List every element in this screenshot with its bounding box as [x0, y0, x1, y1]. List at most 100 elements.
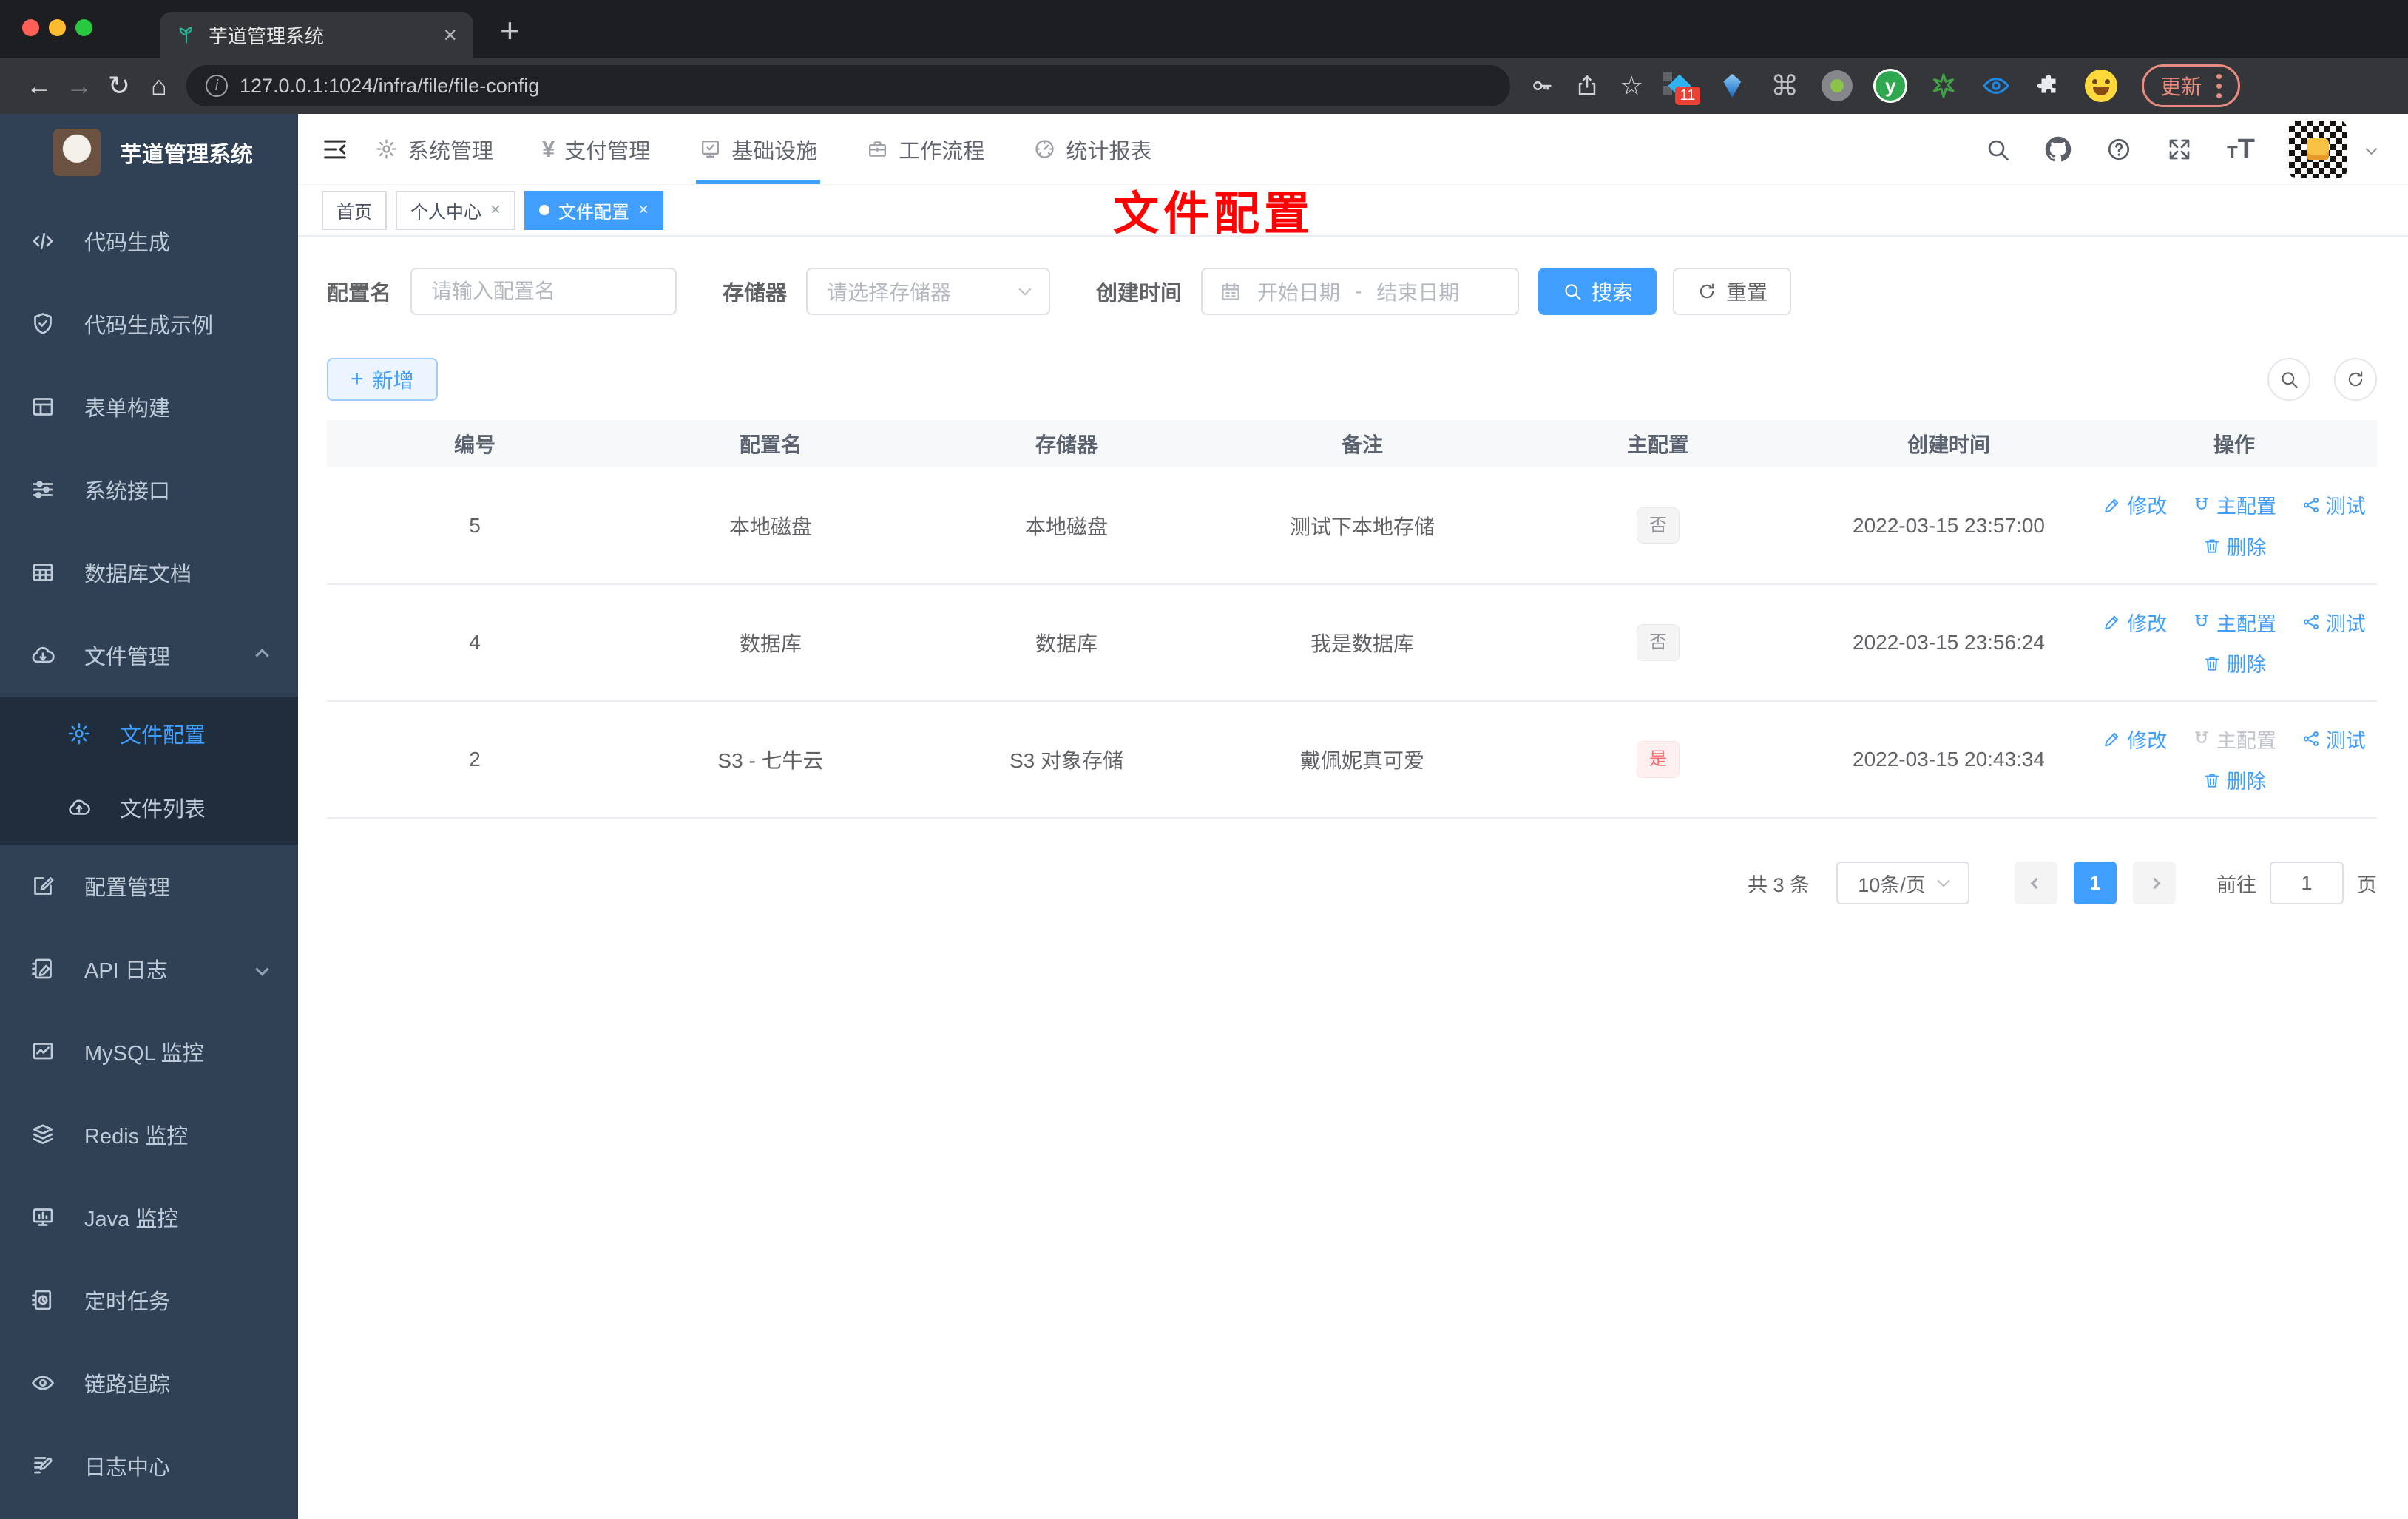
sidebar-item-label: 代码生成 [84, 231, 171, 255]
url-bar[interactable]: i 127.0.0.1:1024/infra/file/file-config [186, 65, 1510, 106]
add-button[interactable]: + 新增 [327, 358, 438, 401]
filter-storage-label: 存储器 [723, 282, 788, 305]
search-button[interactable]: 搜索 [1538, 268, 1657, 315]
eye-icon [30, 1370, 56, 1396]
sidebar-item-tracing[interactable]: 链路追踪 [0, 1342, 298, 1424]
sidebar-item-system-api[interactable]: 系统接口 [0, 448, 298, 531]
topnav-item-payment[interactable]: ¥ 支付管理 [542, 114, 650, 184]
prev-page-button[interactable] [2015, 862, 2057, 904]
edit-link[interactable]: 修改 [2103, 608, 2167, 637]
test-link[interactable]: 测试 [2302, 608, 2366, 637]
test-link[interactable]: 测试 [2302, 490, 2366, 519]
sidebar-item-log-center[interactable]: 日志中心 [0, 1424, 298, 1507]
home-button[interactable]: ⌂ [139, 70, 179, 101]
sidebar-item-file-management[interactable]: 文件管理 [0, 614, 298, 697]
master-badge: 是 [1637, 741, 1680, 778]
back-button[interactable]: ← [19, 70, 59, 101]
bookmark-star-icon[interactable]: ☆ [1620, 70, 1643, 101]
topnav-item-workflow[interactable]: 工作流程 [866, 114, 984, 184]
sidebar-item-code-demo[interactable]: 代码生成示例 [0, 283, 298, 365]
reset-button[interactable]: 重置 [1673, 268, 1792, 315]
cell-storage: 数据库 [919, 584, 1214, 702]
trash-icon [2202, 771, 2222, 790]
share-icon[interactable] [1575, 73, 1600, 98]
sidebar-item-config-management[interactable]: 配置管理 [0, 845, 298, 927]
sidebar-item-scheduled-tasks[interactable]: 定时任务 [0, 1259, 298, 1342]
sidebar-item-redis-monitor[interactable]: Redis 监控 [0, 1093, 298, 1176]
edit-link[interactable]: 修改 [2103, 490, 2167, 519]
sidebar-item-form-builder[interactable]: 表单构建 [0, 365, 298, 448]
extension-y-icon[interactable]: y [1873, 69, 1908, 103]
help-icon[interactable] [2106, 136, 2132, 163]
font-size-icon[interactable]: TT [2227, 135, 2255, 163]
extension-gem-icon[interactable] [1716, 70, 1748, 102]
db-table-icon [30, 559, 56, 586]
extension-emoji-icon[interactable] [2085, 70, 2118, 102]
extension-clover-icon[interactable]: ⌘ [1768, 70, 1801, 102]
password-key-icon[interactable] [1529, 73, 1555, 98]
avatar-caret-icon[interactable] [2365, 143, 2378, 155]
sidebar-toggle-icon[interactable] [320, 135, 350, 164]
extension-tanstack-icon[interactable]: 11 [1663, 70, 1701, 105]
toggle-search-button[interactable] [2267, 358, 2310, 401]
sidebar-item-java-monitor[interactable]: Java 监控 [0, 1176, 298, 1259]
refresh-table-button[interactable] [2334, 358, 2377, 401]
window-close-button[interactable] [22, 19, 39, 36]
close-icon[interactable]: × [638, 200, 649, 220]
test-link[interactable]: 测试 [2302, 725, 2366, 754]
search-icon[interactable] [1984, 136, 2011, 163]
extensions-puzzle-icon[interactable] [2032, 70, 2065, 102]
sidebar-item-file-config[interactable]: 文件配置 [0, 697, 298, 771]
cell-created: 2022-03-15 23:57:00 [1806, 467, 2091, 585]
topnav-item-infrastructure[interactable]: 基础设施 [696, 114, 821, 184]
site-info-icon[interactable]: i [206, 75, 228, 97]
browser-menu-icon[interactable] [2216, 73, 2222, 98]
cell-id: 4 [327, 584, 623, 702]
delete-link[interactable]: 删除 [2202, 649, 2267, 677]
sidebar-item-file-list[interactable]: 文件列表 [0, 771, 298, 845]
sidebar-item-code-gen[interactable]: 代码生成 [0, 200, 298, 283]
app-header: 系统管理 ¥ 支付管理 基础设施 工作流程 统计报表 TT [298, 114, 2408, 185]
delete-link[interactable]: 删除 [2202, 532, 2267, 561]
sidebar-item-label: 数据库文档 [84, 563, 192, 586]
topnav-label: 基础设施 [731, 139, 818, 163]
window-zoom-button[interactable] [75, 19, 92, 36]
extension-circle-icon[interactable] [1821, 70, 1853, 102]
tag-home[interactable]: 首页 [322, 190, 387, 230]
config-name-input[interactable] [410, 268, 677, 315]
col-remark: 备注 [1214, 420, 1510, 467]
reload-button[interactable]: ↻ [99, 70, 139, 101]
date-range-picker[interactable]: 开始日期 - 结束日期 [1201, 268, 1520, 315]
goto-page-input[interactable] [2270, 862, 2344, 904]
sidebar-item-api-log[interactable]: API 日志 [0, 927, 298, 1010]
extension-star-icon[interactable] [1927, 70, 1960, 102]
browser-tab[interactable]: 芋道管理系统 × [160, 12, 473, 58]
master-link[interactable]: 主配置 [2192, 490, 2276, 519]
topnav-item-reports[interactable]: 统计报表 [1033, 114, 1151, 184]
browser-update-button[interactable]: 更新 [2142, 64, 2241, 107]
topnav-label: 工作流程 [899, 139, 985, 163]
github-icon[interactable] [2045, 136, 2072, 163]
new-tab-button[interactable]: + [500, 10, 520, 50]
window-minimize-button[interactable] [49, 19, 66, 36]
sidebar-item-db-doc[interactable]: 数据库文档 [0, 531, 298, 614]
sidebar-item-mysql-monitor[interactable]: MySQL 监控 [0, 1010, 298, 1093]
tag-file-config[interactable]: 文件配置 × [524, 190, 664, 230]
app-logo[interactable]: 芋道管理系统 [0, 114, 298, 191]
extension-eye-icon[interactable] [1980, 70, 2012, 102]
master-link[interactable]: 主配置 [2192, 608, 2276, 637]
tag-profile[interactable]: 个人中心 × [396, 190, 516, 230]
close-icon[interactable]: × [490, 200, 501, 220]
storage-select[interactable]: 请选择存储器 [806, 268, 1051, 315]
avatar[interactable] [2289, 120, 2347, 178]
forward-button[interactable]: → [59, 70, 99, 101]
fullscreen-icon[interactable] [2166, 136, 2193, 163]
next-page-button[interactable] [2133, 862, 2176, 904]
topnav-item-system[interactable]: 系统管理 [375, 114, 493, 184]
header-actions: TT [1984, 120, 2378, 178]
edit-link[interactable]: 修改 [2103, 725, 2167, 754]
delete-link[interactable]: 删除 [2202, 765, 2267, 794]
tab-close-icon[interactable]: × [443, 23, 457, 47]
current-page[interactable]: 1 [2074, 862, 2117, 904]
page-size-select[interactable]: 10条/页 [1836, 862, 1969, 904]
